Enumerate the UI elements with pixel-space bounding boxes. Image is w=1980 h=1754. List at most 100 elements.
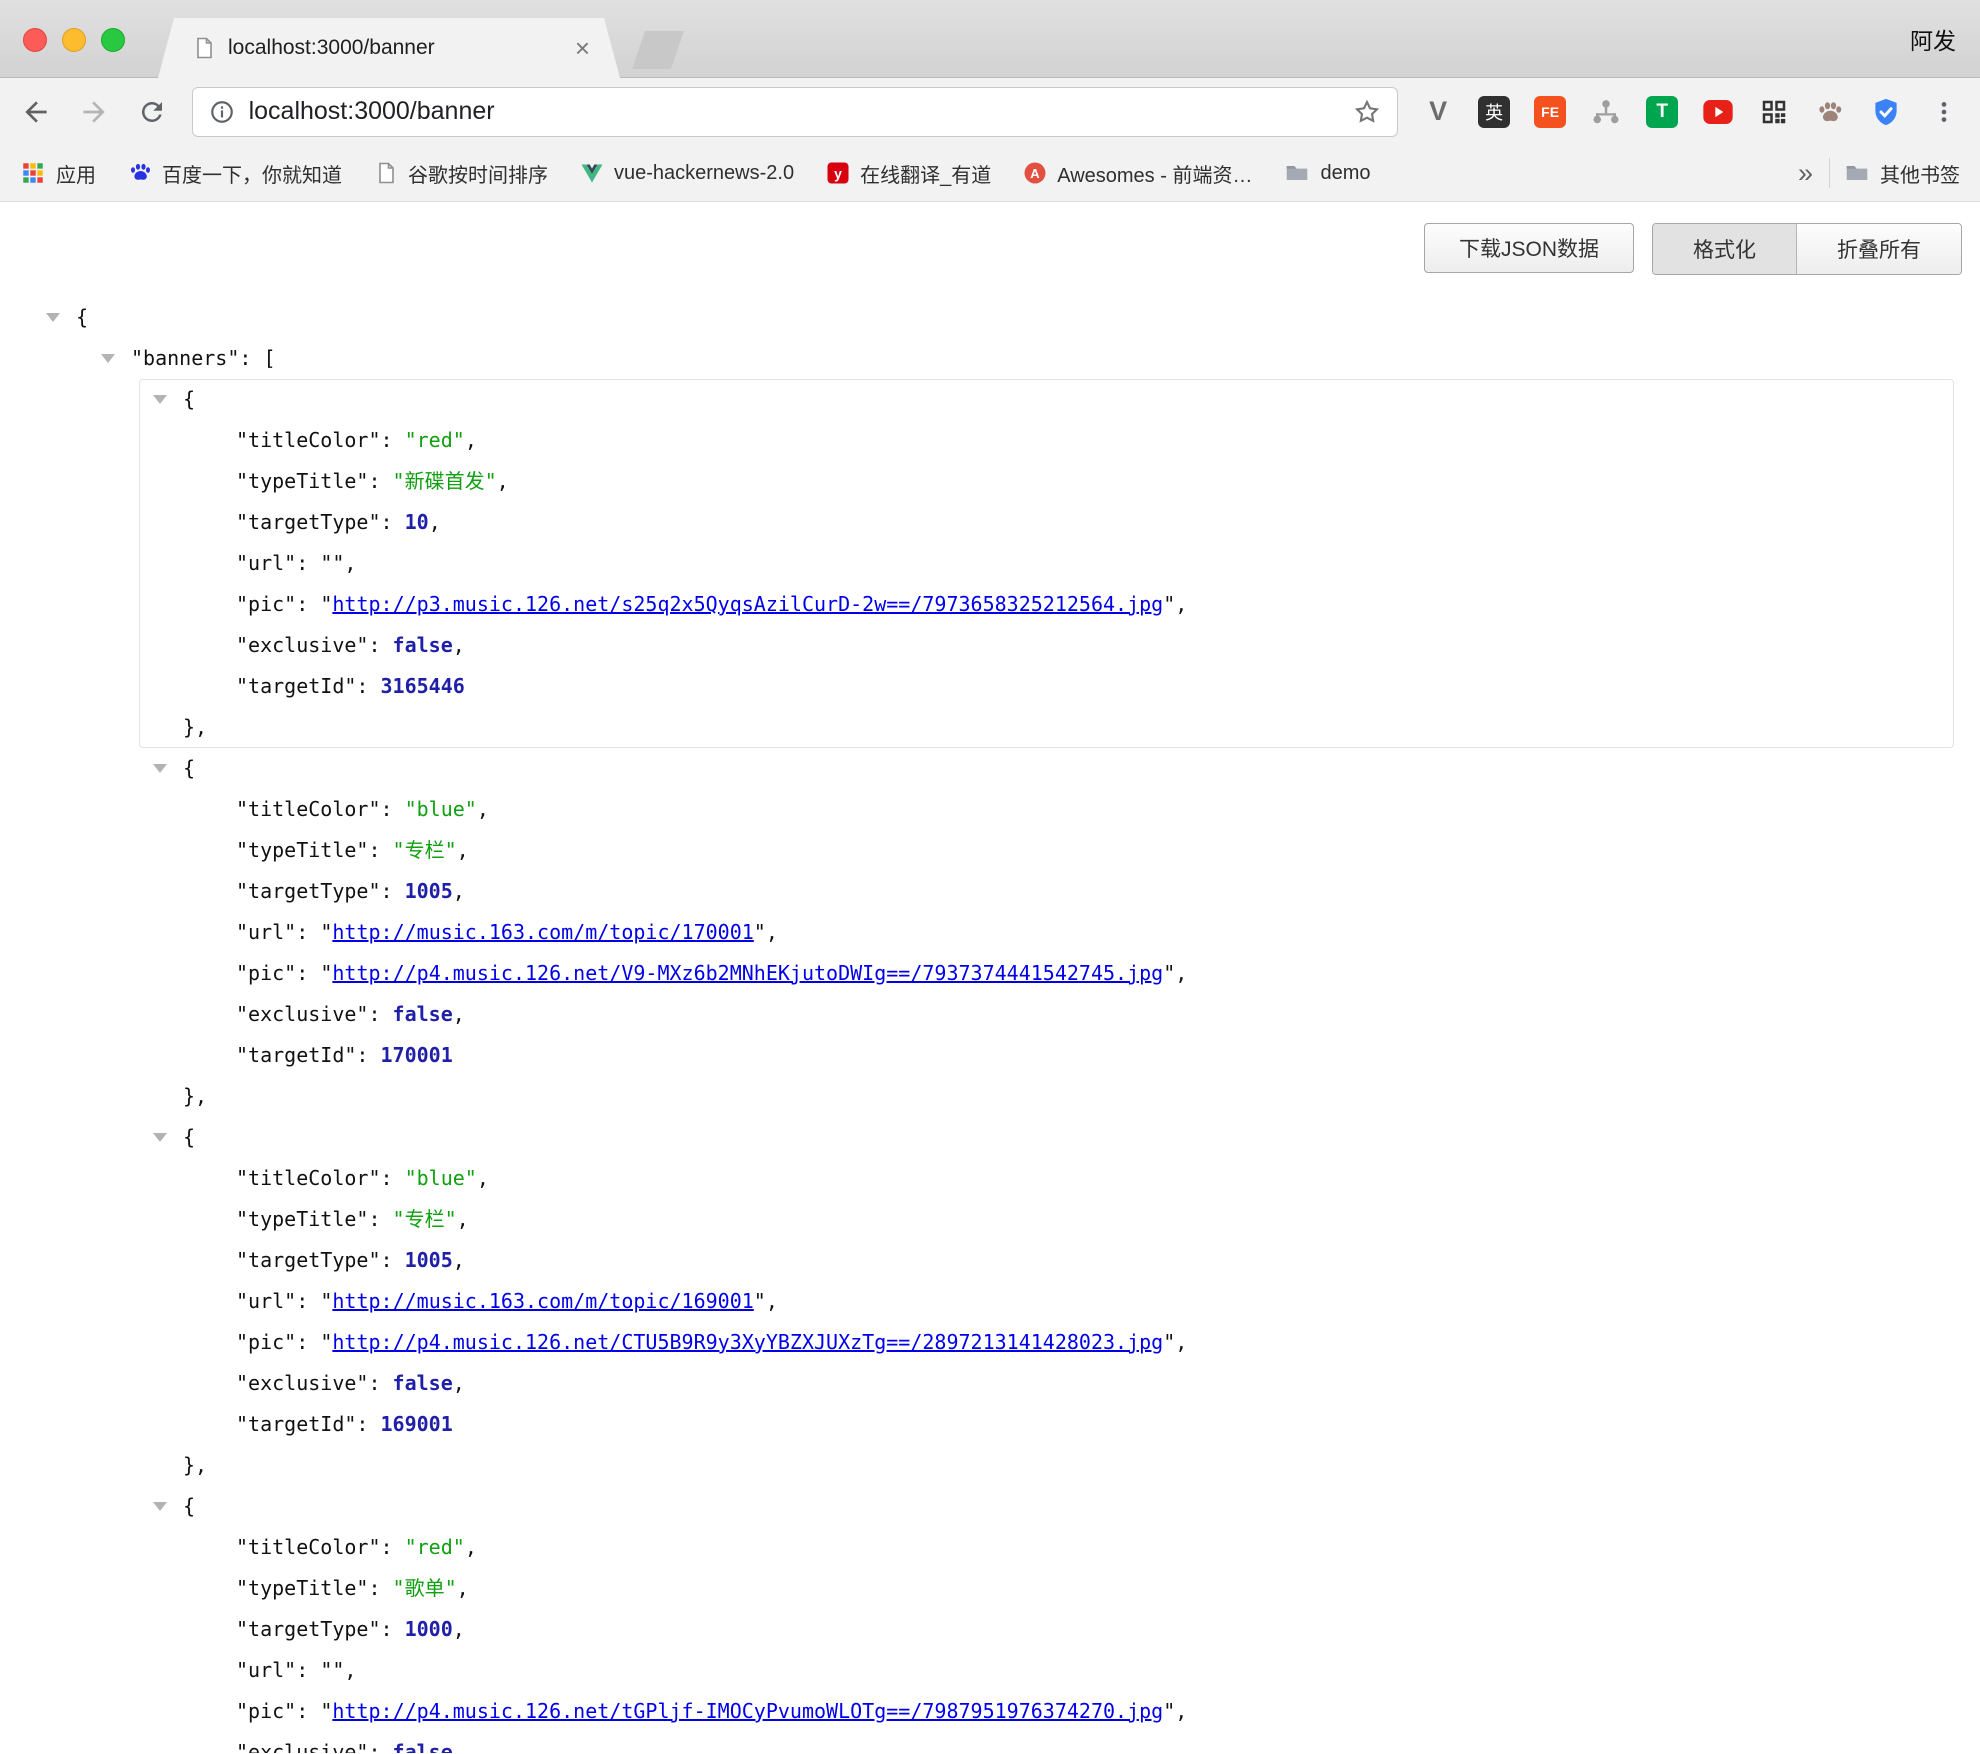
vue-icon [580,161,604,185]
profile-name[interactable]: 阿发 [1910,22,1956,56]
format-button-group: 格式化 折叠所有 [1652,223,1962,275]
json-url-link[interactable]: http://p4.music.126.net/CTU5B9R9y3XyYBZX… [332,1330,1163,1354]
site-info-icon[interactable] [209,99,235,125]
bookmark-item-page[interactable]: 谷歌按时间排序 [374,159,548,188]
qr-extension-icon[interactable] [1756,94,1792,130]
bookmark-label: 应用 [56,159,96,188]
json-toolbar: 下载JSON数据 格式化 折叠所有 [0,202,1980,273]
collapse-caret-icon[interactable] [153,764,167,773]
bookmark-item-vue[interactable]: vue-hackernews-2.0 [580,161,794,185]
json-line: { [0,379,1980,420]
tab-strip: localhost:3000/banner × 阿发 [0,0,1980,78]
json-line: "targetId": 169001 [0,1404,1980,1445]
tab-title: localhost:3000/banner [228,36,571,60]
collapse-caret-icon[interactable] [153,395,167,404]
json-line: "targetType": 1005, [0,871,1980,912]
json-line: "url": "", [0,1650,1980,1691]
tab-close-icon[interactable]: × [571,35,594,61]
bookmark-item-youdao[interactable]: y 在线翻译_有道 [826,159,991,188]
json-url-link[interactable]: http://music.163.com/m/topic/169001 [332,1289,753,1313]
bookmark-label: vue-hackernews-2.0 [614,162,794,185]
json-array-item: {"titleColor": "blue","typeTitle": "专栏",… [0,1117,1980,1486]
other-bookmarks-label: 其他书签 [1880,159,1960,188]
json-url-link[interactable]: http://p3.music.126.net/s25q2x5QyqsAzilC… [332,592,1163,616]
json-line: "typeTitle": "专栏", [0,830,1980,871]
menu-icon[interactable] [1926,94,1962,130]
json-line: { [0,1117,1980,1158]
json-array-item: {"titleColor": "red","typeTitle": "歌单","… [0,1486,1980,1753]
vimium-extension-icon[interactable]: V [1420,94,1456,130]
json-line: { [0,297,1980,338]
collapse-caret-icon[interactable] [153,1133,167,1142]
json-line: "pic": "http://p4.music.126.net/V9-MXz6b… [0,953,1980,994]
json-line: }, [0,707,1980,748]
json-line: "targetType": 10, [0,502,1980,543]
json-line: "exclusive": false, [0,994,1980,1035]
collapse-all-button[interactable]: 折叠所有 [1796,224,1961,274]
minimize-window-button[interactable] [62,28,86,52]
json-line: { [0,1486,1980,1527]
youdao-icon: y [826,161,850,185]
json-line: "pic": "http://p4.music.126.net/tGPljf-I… [0,1691,1980,1732]
json-tree: {"banners": [{"titleColor": "red","typeT… [0,297,1980,1753]
json-line: "titleColor": "blue", [0,1158,1980,1199]
bookmark-item-baidu[interactable]: 百度一下，你就知道 [128,159,342,188]
json-array-item: {"titleColor": "red","typeTitle": "新碟首发"… [0,379,1980,748]
collapse-caret-icon[interactable] [46,313,60,322]
paw-extension-icon[interactable] [1812,94,1848,130]
page-icon [374,161,398,185]
json-line: "pic": "http://p4.music.126.net/CTU5B9R9… [0,1322,1980,1363]
collapse-caret-icon[interactable] [153,1502,167,1511]
json-line: "url": "http://music.163.com/m/topic/170… [0,912,1980,953]
svg-text:A: A [1031,166,1041,181]
new-tab-button[interactable] [632,31,684,69]
back-icon[interactable] [18,94,54,130]
json-url-link[interactable]: http://p4.music.126.net/tGPljf-IMOCyPvum… [332,1699,1163,1723]
json-line: "targetType": 1005, [0,1240,1980,1281]
json-line: { [0,748,1980,789]
bookmark-label: 在线翻译_有道 [860,159,991,188]
bookmark-item-apps[interactable]: 应用 [20,159,96,188]
address-bar[interactable]: localhost:3000/banner [192,87,1399,137]
shield-extension-icon[interactable] [1868,94,1904,130]
fe-extension-icon[interactable]: FE [1532,94,1568,130]
json-line: "titleColor": "blue", [0,789,1980,830]
json-line: "url": "", [0,543,1980,584]
json-url-link[interactable]: http://p4.music.126.net/V9-MXz6b2MNhEKju… [332,961,1163,985]
browser-window: localhost:3000/banner × 阿发 localhost:300… [0,0,1980,1753]
translate-extension-icon[interactable]: 英 [1476,94,1512,130]
bookmark-label: 谷歌按时间排序 [408,159,548,188]
bookmark-items: 应用 百度一下，你就知道 谷歌按时间排序 vue-hackernews-2.0 y 在线翻… [20,159,1370,188]
json-line: }, [0,1076,1980,1117]
json-line: "typeTitle": "专栏", [0,1199,1980,1240]
window-controls [23,28,125,52]
page-content: 下载JSON数据 格式化 折叠所有 {"banners": [{"titleCo… [0,202,1980,1753]
tampermonkey-extension-icon[interactable]: T [1644,94,1680,130]
fullscreen-window-button[interactable] [101,28,125,52]
folder-icon [1844,160,1870,186]
other-bookmarks[interactable]: 其他书签 [1844,159,1960,188]
close-window-button[interactable] [23,28,47,52]
collapse-caret-icon[interactable] [101,354,115,363]
bookmark-label: 百度一下，你就知道 [162,159,342,188]
reload-icon[interactable] [134,94,170,130]
bookmark-item-folder[interactable]: demo [1284,160,1370,186]
json-line: "banners": [ [0,338,1980,379]
json-line: "pic": "http://p3.music.126.net/s25q2x5Q… [0,584,1980,625]
youtube-extension-icon[interactable] [1700,94,1736,130]
url-text[interactable]: localhost:3000/banner [249,97,1340,126]
navigation-toolbar: localhost:3000/banner V英 FE T [0,78,1980,145]
bookmarks-overflow-chevron[interactable]: » [1786,158,1825,189]
json-line: "titleColor": "red", [0,420,1980,461]
bookmark-label: Awesomes - 前端资… [1057,159,1252,188]
download-json-button[interactable]: 下载JSON数据 [1424,223,1634,273]
bookmark-label: demo [1320,162,1370,185]
browser-tab[interactable]: localhost:3000/banner × [158,18,620,78]
json-url-link[interactable]: http://music.163.com/m/topic/170001 [332,920,753,944]
json-line: "exclusive": false [0,1732,1980,1753]
forward-icon[interactable] [76,94,112,130]
org-extension-icon[interactable] [1588,94,1624,130]
bookmark-item-awesomes[interactable]: A Awesomes - 前端资… [1023,159,1252,188]
bookmark-star-icon[interactable] [1353,98,1381,126]
format-button[interactable]: 格式化 [1653,224,1796,274]
